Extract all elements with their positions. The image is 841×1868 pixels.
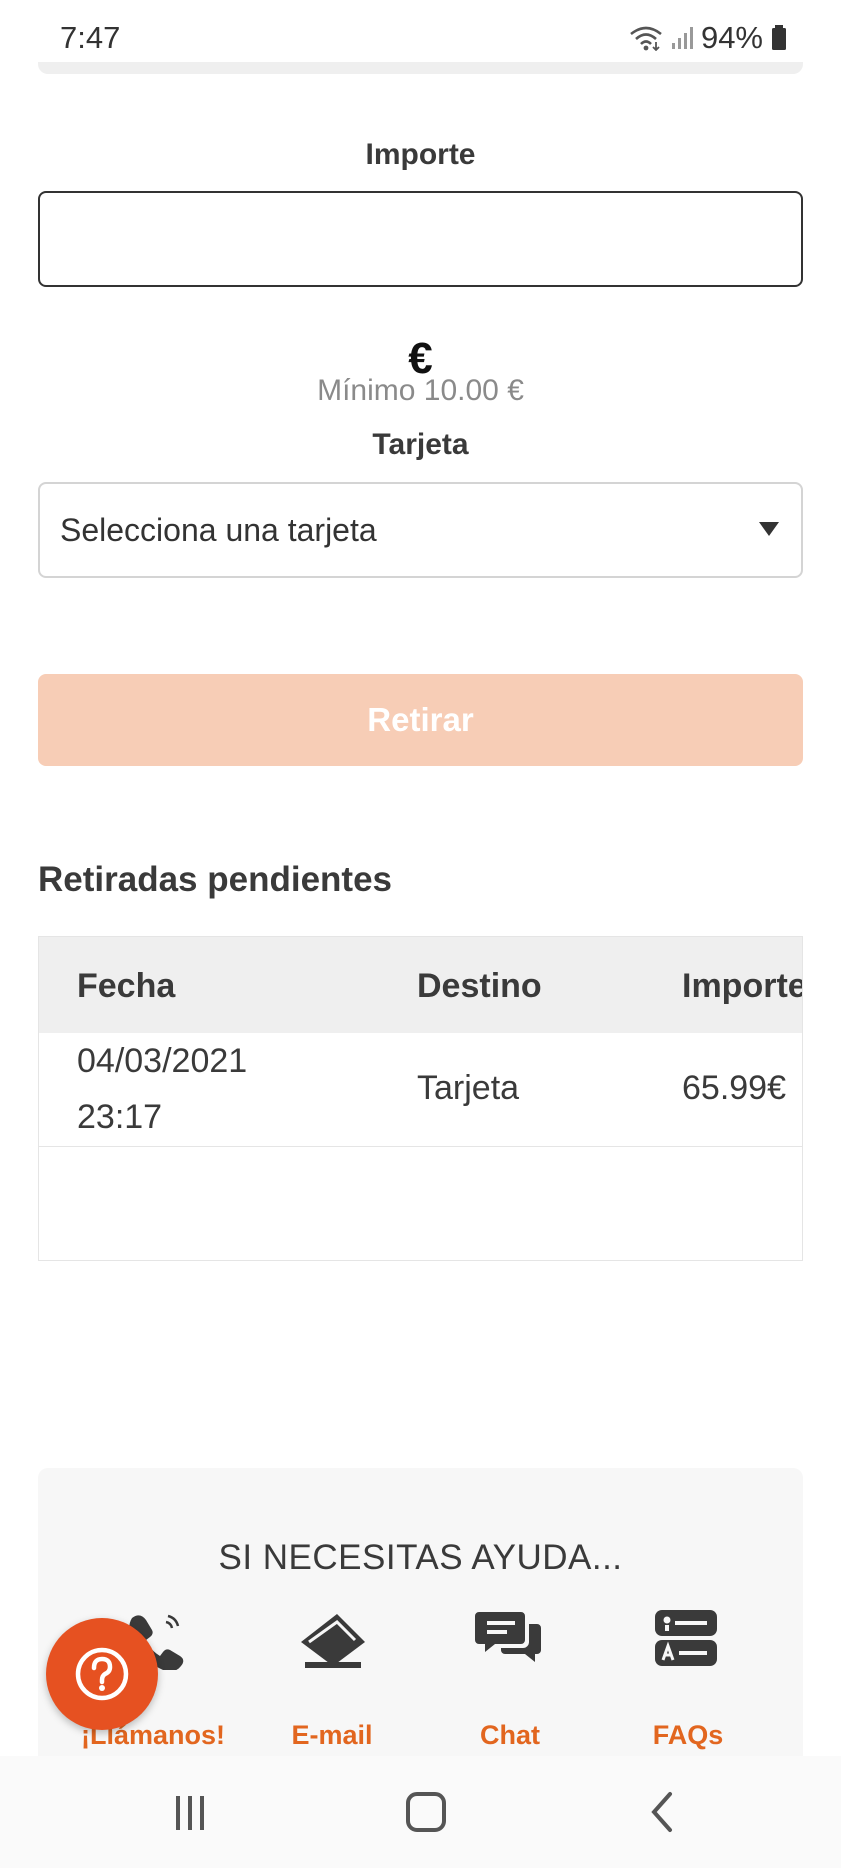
signal-icon [671, 27, 693, 49]
pending-withdrawals-table: Fecha Destino Importe 04/03/2021 23:17 T… [38, 936, 803, 1261]
status-bar: 7:47 94% [0, 0, 841, 62]
help-email-button[interactable]: E-mail [257, 1608, 407, 1756]
minimum-amount-text: Mínimo 10.00 € [317, 374, 524, 407]
help-chat-button[interactable]: Chat [435, 1608, 585, 1756]
row-amount: 65.99€ [682, 1069, 786, 1107]
help-section: SI NECESITAS AYUDA... ¡Llámanos! E-mail … [38, 1468, 803, 1756]
chat-icon [475, 1612, 541, 1662]
pending-withdrawals-title: Retiradas pendientes [38, 860, 392, 899]
help-title: SI NECESITAS AYUDA... [218, 1538, 623, 1577]
card-select-value: Selecciona una tarjeta [60, 512, 377, 548]
help-email-label: E-mail [291, 1720, 373, 1750]
column-header-date: Fecha [77, 967, 176, 1005]
table-row: 04/03/2021 23:17 Tarjeta 65.99€ [39, 1033, 802, 1147]
recent-apps-icon[interactable] [160, 1784, 220, 1840]
amount-input[interactable] [38, 191, 803, 287]
battery-icon [772, 25, 786, 50]
system-navigation-bar [0, 1756, 841, 1868]
question-mark-icon [75, 1647, 129, 1701]
help-faq-label: FAQs [652, 1720, 724, 1750]
help-fab-button[interactable] [46, 1618, 158, 1730]
status-icons: 94% [629, 20, 787, 56]
home-icon[interactable] [396, 1784, 456, 1840]
withdraw-button[interactable]: Retirar [38, 674, 803, 766]
dropdown-arrow-icon [759, 522, 779, 536]
column-header-destination: Destino [417, 967, 542, 1005]
card-label: Tarjeta [372, 428, 469, 461]
card-select[interactable]: Selecciona una tarjeta [38, 482, 803, 578]
help-chat-label: Chat [480, 1720, 540, 1750]
top-divider [38, 62, 803, 74]
row-destination: Tarjeta [417, 1069, 520, 1107]
email-icon [301, 1614, 365, 1668]
table-header: Fecha Destino Importe [39, 937, 802, 1033]
back-icon[interactable] [632, 1784, 692, 1840]
column-header-amount: Importe [682, 967, 803, 1005]
amount-label: Importe [365, 138, 476, 171]
status-time: 7:47 [60, 20, 121, 55]
faq-icon [655, 1610, 717, 1666]
row-date: 04/03/2021 23:17 [77, 1033, 247, 1145]
wifi-icon [630, 26, 662, 51]
row-date-day: 04/03/2021 [77, 1042, 248, 1080]
help-faq-button[interactable]: FAQs [613, 1608, 763, 1756]
row-date-time: 23:17 [77, 1098, 163, 1136]
battery-level: 94% [700, 20, 763, 55]
